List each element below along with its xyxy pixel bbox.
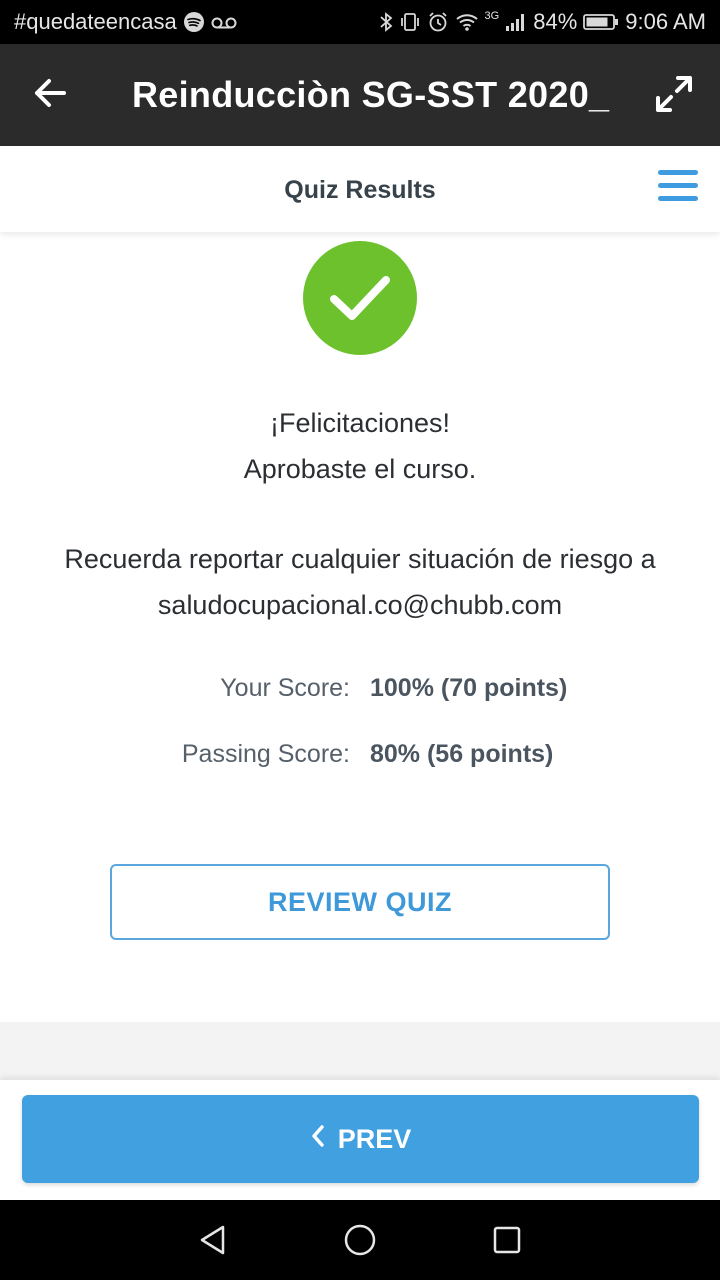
triangle-back-icon xyxy=(198,1224,228,1261)
clock-time: 9:06 AM xyxy=(625,9,706,34)
hamburger-menu-icon xyxy=(658,196,698,201)
your-score-row: Your Score: 100% (70 points) xyxy=(0,674,720,714)
hamburger-menu-icon xyxy=(658,170,698,175)
battery-icon xyxy=(583,13,619,31)
passing-score-row: Passing Score: 80% (56 points) xyxy=(0,740,720,780)
review-quiz-button[interactable]: REVIEW QUIZ xyxy=(110,864,610,940)
status-left: #quedateencasa xyxy=(14,9,237,35)
back-button[interactable] xyxy=(0,44,100,146)
app-header: Reinducciòn SG-SST 2020_ xyxy=(0,44,720,146)
page-title: Reinducciòn SG-SST 2020_ xyxy=(132,74,610,115)
square-recents-icon xyxy=(492,1225,522,1260)
system-home-button[interactable] xyxy=(338,1220,382,1264)
notification-text: #quedateencasa xyxy=(14,9,177,34)
content-footer-band xyxy=(0,1022,720,1080)
status-bar: #quedateencasa 3G 84% 9:06 AM xyxy=(0,0,720,44)
bottom-navigation: PREV xyxy=(0,1080,720,1200)
prev-button[interactable]: PREV xyxy=(22,1095,699,1183)
signal-icon xyxy=(505,12,527,32)
network-type-label: 3G xyxy=(484,10,500,22)
sub-header: Quiz Results xyxy=(0,146,720,232)
alarm-icon xyxy=(427,11,449,33)
wifi-icon xyxy=(455,12,479,32)
passed-text: Aprobaste el curso. xyxy=(243,454,477,484)
chevron-left-icon xyxy=(310,1124,326,1155)
fullscreen-button[interactable] xyxy=(646,68,702,124)
vibrate-icon xyxy=(399,11,421,33)
reminder-text: Recuerda reportar cualquier situación de… xyxy=(64,544,656,574)
check-circle-icon xyxy=(303,241,417,355)
passing-score-label: Passing Score: xyxy=(181,740,350,768)
voicemail-icon xyxy=(211,13,237,31)
circle-home-icon xyxy=(343,1223,377,1262)
your-score-label: Your Score: xyxy=(220,674,350,702)
menu-button[interactable] xyxy=(656,168,700,208)
your-score-value: 100% (70 points) xyxy=(370,674,568,702)
spotify-icon xyxy=(183,11,205,33)
prev-button-label: PREV xyxy=(337,1123,412,1154)
bluetooth-icon xyxy=(379,11,393,33)
hamburger-menu-icon xyxy=(658,183,698,188)
system-nav-bar xyxy=(0,1200,720,1280)
system-recents-button[interactable] xyxy=(485,1220,529,1264)
contact-email: saludocupacional.co@chubb.com xyxy=(157,590,563,620)
battery-percent: 84% xyxy=(533,9,578,34)
congratulations-text: ¡Felicitaciones! xyxy=(269,408,451,438)
arrow-left-icon xyxy=(33,78,67,113)
system-back-button[interactable] xyxy=(191,1220,235,1264)
quiz-results-title: Quiz Results xyxy=(284,176,436,204)
expand-icon xyxy=(652,72,696,121)
quiz-result-content: ¡Felicitaciones! Aprobaste el curso. Rec… xyxy=(0,232,720,1022)
status-right: 3G 84% 9:06 AM xyxy=(379,9,706,35)
passing-score-value: 80% (56 points) xyxy=(370,740,554,768)
